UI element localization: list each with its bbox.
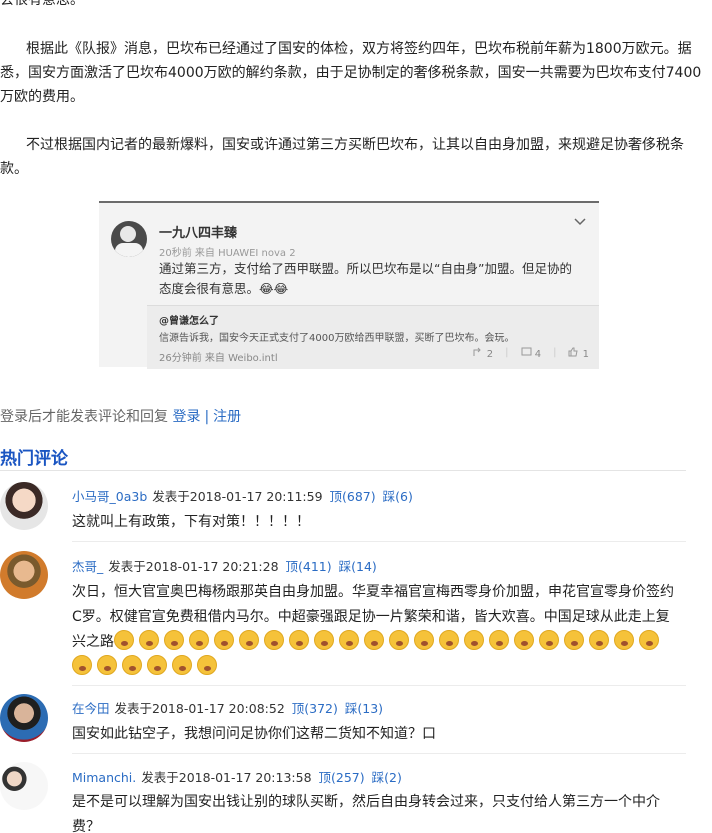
emoji-icon <box>314 630 334 650</box>
downvote-button[interactable]: 踩(13) <box>345 701 383 716</box>
emoji-icon <box>197 655 217 675</box>
register-link[interactable]: 注册 <box>213 409 241 425</box>
emoji-icon <box>172 655 192 675</box>
comment-meta: 小马哥_0a3b 发表于2018-01-17 20:11:59 顶(687) 踩(… <box>72 486 413 505</box>
emoji-group <box>72 630 664 675</box>
comment-text: 次日，恒大官宣奥巴梅杨跟那英自由身加盟。华夏幸福官宣梅西零身价加盟，申花官宣零身… <box>72 580 682 680</box>
quoted-post: @曾谦怎么了 信源告诉我，国安今天正式支付了4000万欧给西甲联盟，买断了巴坎布… <box>147 306 599 369</box>
upvote-button[interactable]: 顶(687) <box>330 489 376 504</box>
comment-icon <box>521 347 531 356</box>
emoji-icon <box>147 655 167 675</box>
emoji-icon <box>514 630 534 650</box>
chevron-down-icon[interactable] <box>574 215 588 229</box>
comment-time: 发表于2018-01-17 20:13:58 <box>141 770 312 785</box>
emoji-icon <box>339 630 359 650</box>
article-paragraph: 根据此《队报》消息，巴坎布已经通过了国安的体检，双方将签约四年，巴坎布税前年薪为… <box>0 41 702 105</box>
upvote-button[interactable]: 顶(257) <box>319 770 365 785</box>
emoji-icon <box>564 630 584 650</box>
emoji-icon <box>439 630 459 650</box>
emoji-icon <box>239 630 259 650</box>
comment-count: 4 <box>534 349 542 360</box>
article-paragraph: 会很有意思。” <box>0 0 85 8</box>
post-actions: 2 | 4 | 1 <box>473 347 589 360</box>
hot-comments-title: 热门评论 <box>0 449 68 469</box>
downvote-button[interactable]: 踩(6) <box>383 489 413 504</box>
quoted-text: 信源告诉我，国安今天正式支付了4000万欧给西甲联盟，买断了巴坎布。会玩。 <box>159 333 515 344</box>
mention-link[interactable]: @曾谦怎么了 <box>159 312 219 327</box>
comment-text: 国安如此钻空子，我想问问足协你们这帮二货知不知道？口 <box>72 726 436 742</box>
emoji-icon <box>289 630 309 650</box>
repost-count: 2 <box>486 349 494 360</box>
comment-text: 是不是可以理解为国安出钱让别的球队买断，然后自由身转会过来，只支付给人第三方一个… <box>72 794 660 833</box>
login-prompt: 登录后才能发表评论和回复 登录 | 注册 <box>0 406 241 426</box>
divider <box>72 685 686 686</box>
comment-time: 发表于2018-01-17 20:11:59 <box>152 489 323 504</box>
comment-username[interactable]: Mimanchi. <box>72 770 136 785</box>
post-meta: 20秒前 来自 HUAWEI nova 2 <box>159 248 296 259</box>
downvote-button[interactable]: 踩(14) <box>339 559 377 574</box>
comment-username[interactable]: 杰哥_ <box>72 559 103 574</box>
login-link[interactable]: 登录 <box>172 409 200 425</box>
divider <box>72 541 686 542</box>
comment-meta: 在今田 发表于2018-01-17 20:08:52 顶(372) 踩(13) <box>72 698 383 717</box>
emoji-icon <box>72 655 92 675</box>
emoji-icon <box>214 630 234 650</box>
emoji-icon <box>389 630 409 650</box>
upvote-button[interactable]: 顶(372) <box>292 701 338 716</box>
divider: | <box>553 347 557 358</box>
login-prompt-text: 登录后才能发表评论和回复 <box>0 409 168 425</box>
emoji-icon <box>464 630 484 650</box>
emoji-icon <box>97 655 117 675</box>
repost-icon <box>473 347 481 356</box>
post-text: 通过第三方，支付给了西甲联盟。所以巴坎布是以“自由身”加盟。但足协的态度会很有意… <box>159 261 572 296</box>
repost-button[interactable]: 2 <box>473 347 494 360</box>
like-count: 1 <box>582 349 589 360</box>
comment-time: 发表于2018-01-17 20:21:28 <box>108 559 279 574</box>
divider: | <box>505 347 509 358</box>
avatar[interactable] <box>0 482 48 530</box>
comment-button[interactable]: 4 <box>521 347 542 360</box>
avatar[interactable] <box>0 551 48 599</box>
downvote-button[interactable]: 踩(2) <box>372 770 402 785</box>
separator: | <box>204 409 210 425</box>
emoji-icon <box>539 630 559 650</box>
thumbs-up-icon <box>568 347 579 357</box>
article-paragraph: 不过根据国内记者的最新爆料，国安或许通过第三方买断巴坎布，让其以自由身加盟，来规… <box>0 137 684 177</box>
comment-text: 这就叫上有政策，下有对策！！！！！ <box>72 514 310 530</box>
emoji-icon <box>114 630 134 650</box>
emoji-icon <box>264 630 284 650</box>
avatar[interactable] <box>0 694 48 742</box>
avatar[interactable] <box>0 762 48 810</box>
emoji-icon <box>189 630 209 650</box>
upvote-button[interactable]: 顶(411) <box>286 559 332 574</box>
comment-meta: Mimanchi. 发表于2018-01-17 20:13:58 顶(257) 踩… <box>72 767 402 786</box>
emoji-icon <box>364 630 384 650</box>
emoji-icon <box>614 630 634 650</box>
comment-username[interactable]: 在今田 <box>72 701 110 716</box>
comment-meta: 杰哥_ 发表于2018-01-17 20:21:28 顶(411) 踩(14) <box>72 556 377 575</box>
post-author[interactable]: 一九八四丰臻 <box>159 222 237 241</box>
emoji-icon <box>489 630 509 650</box>
comment-username[interactable]: 小马哥_0a3b <box>72 489 147 504</box>
quoted-meta: 26分钟前 来自 Weibo.intl <box>159 353 278 364</box>
emoji-icon <box>589 630 609 650</box>
like-button[interactable]: 1 <box>568 347 589 360</box>
embedded-weibo-post: 一九八四丰臻 20秒前 来自 HUAWEI nova 2 通过第三方，支付给了西… <box>99 201 599 369</box>
emoji-icon <box>414 630 434 650</box>
avatar[interactable] <box>111 221 147 257</box>
divider <box>0 470 686 471</box>
comment-time: 发表于2018-01-17 20:08:52 <box>114 701 285 716</box>
emoji-icon <box>639 630 659 650</box>
emoji-icon <box>164 630 184 650</box>
divider <box>72 753 686 754</box>
emoji-icon <box>139 630 159 650</box>
emoji-icon <box>122 655 142 675</box>
